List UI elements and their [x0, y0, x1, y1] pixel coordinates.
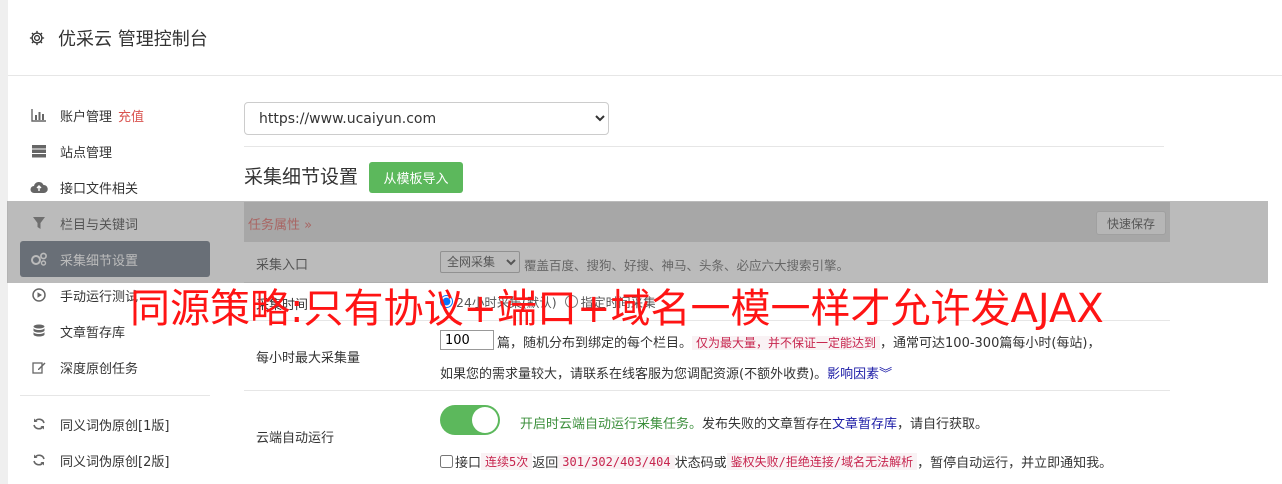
max-text-a: 篇，随机分布到绑定的每个栏目。 [497, 336, 693, 351]
divider [244, 146, 1164, 147]
max-description: 篇，随机分布到绑定的每个栏目。 仅为最大量，并不保证一定能达到 ，通常可达100-3… [497, 332, 1101, 351]
api-text-a: 接口 [455, 456, 482, 471]
overlay-banner-text: 同源策略:只有协议+端口+域名一模一样才允许发AJAX [130, 286, 1104, 332]
edit-icon [30, 360, 48, 374]
sidebar-divider [20, 395, 210, 396]
page-title: 优采云 管理控制台 [58, 28, 208, 50]
max-line2: 如果您的需求量较大，请联系在线客服为您调配资源(不额外收费)。 [440, 367, 828, 382]
gear-icon [28, 29, 46, 47]
cloud-green-text: 开启时云端自动运行采集任务。 [520, 417, 703, 432]
database-icon [30, 324, 48, 338]
refresh-icon [30, 417, 48, 431]
site-select[interactable]: https://www.ucaiyun.com [244, 102, 609, 135]
article-store-link[interactable]: 文章暂存库 [832, 417, 897, 432]
sidebar-item-label: 同义词伪原创[2版] [60, 454, 170, 470]
cloud-auto-run-toggle[interactable] [440, 405, 500, 435]
sidebar-item-label: 同义词伪原创[1版] [60, 418, 170, 434]
max-description-2: 如果您的需求量较大，请联系在线客服为您调配资源(不额外收费)。影响因素︾ [440, 363, 892, 382]
cloud-label: 云端自动运行 [256, 431, 335, 446]
sidebar-item-sites[interactable]: 站点管理 [20, 133, 210, 169]
section-title: 采集细节设置 [244, 166, 359, 188]
sidebar-item-account[interactable]: 账户管理 充值 [20, 97, 210, 133]
cloud-text-b: ，请自行获取。 [897, 417, 989, 432]
api-text-d: ，暂停自动运行，并立即通知我。 [917, 456, 1113, 471]
sidebar-item-synonym-v2[interactable]: 同义词伪原创[2版] [20, 442, 210, 478]
refresh-icon [30, 453, 48, 467]
api-pause-option: 接口 连续5次 返回 301/302/403/404 状态码或 鉴权失败/拒绝连… [440, 452, 1112, 471]
impact-factors-label: 影响因素 [827, 367, 880, 382]
api-highlight-3: 鉴权失败/拒绝连接/域名无法解析 [726, 453, 918, 470]
api-text-b: 返回 [532, 456, 559, 471]
sidebar-item-label: 账户管理 [60, 109, 113, 125]
max-label: 每小时最大采集量 [256, 351, 361, 366]
sidebar-item-label: 文章暂存库 [60, 325, 126, 341]
api-highlight-2: 301/302/403/404 [558, 454, 675, 469]
sidebar-item-api-files[interactable]: 接口文件相关 [20, 169, 210, 205]
api-pause-checkbox[interactable] [440, 455, 453, 468]
page-header: 优采云 管理控制台 [8, 0, 1282, 76]
bar-chart-icon [30, 108, 48, 122]
play-circle-icon [30, 288, 48, 302]
cloud-description: 开启时云端自动运行采集任务。发布失败的文章暂存在文章暂存库，请自行获取。 [520, 413, 988, 432]
server-icon [30, 144, 48, 158]
sidebar-item-deep-original[interactable]: 深度原创任务 [20, 349, 210, 385]
sidebar-item-label: 深度原创任务 [60, 361, 139, 377]
sidebar-item-synonym-v1[interactable]: 同义词伪原创[1版] [20, 406, 210, 442]
sidebar-item-label: 接口文件相关 [60, 181, 139, 197]
api-highlight-1: 连续5次 [481, 453, 533, 470]
row-divider [244, 390, 1170, 391]
impact-factors-link[interactable]: 影响因素︾ [827, 367, 892, 382]
max-text-b: ，通常可达100-300篇每小时(每站)， [880, 336, 1101, 351]
toggle-knob [472, 407, 498, 433]
api-text-c: 状态码或 [674, 456, 727, 471]
max-highlight: 仅为最大量，并不保证一定能达到 [692, 336, 881, 350]
import-from-template-button[interactable]: 从模板导入 [369, 162, 463, 193]
sidebar-item-label: 手动运行测试 [60, 289, 139, 305]
recharge-link[interactable]: 充值 [118, 106, 144, 125]
overlay-band [7, 201, 1268, 283]
cloud-upload-icon [30, 180, 48, 194]
chevron-down-icon: ︾ [879, 367, 893, 382]
sidebar-item-label: 站点管理 [60, 145, 113, 161]
cloud-text-a: 发布失败的文章暂存在 [702, 417, 833, 432]
